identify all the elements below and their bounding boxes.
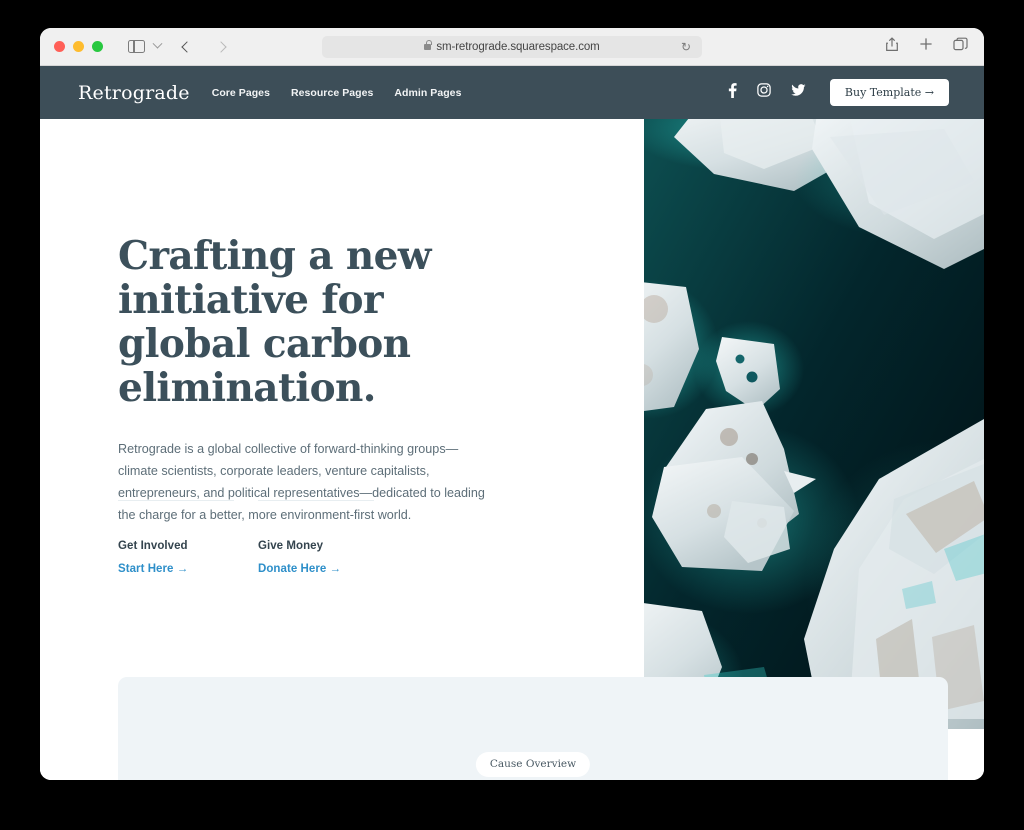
sidebar-toggle-icon[interactable] — [128, 40, 145, 53]
nav-item-admin-pages[interactable]: Admin Pages — [394, 87, 461, 99]
cta-divider — [118, 500, 234, 501]
cta-give-money: Give Money Donate Here → — [258, 500, 374, 577]
close-window-button[interactable] — [54, 41, 65, 52]
buy-template-button[interactable]: Buy Template → — [829, 79, 949, 106]
forward-arrow-icon[interactable] — [215, 40, 227, 53]
cta-link-donate-here[interactable]: Donate Here → — [258, 563, 341, 575]
chevron-down-icon[interactable] — [152, 38, 163, 49]
hero-image — [644, 119, 984, 729]
hero-copy: Crafting a new initiative for global car… — [118, 234, 518, 526]
toolbar-right-controls — [885, 36, 968, 57]
minimize-window-button[interactable] — [73, 41, 84, 52]
toolbar-left-controls — [103, 38, 227, 53]
cta-get-involved: Get Involved Start Here → — [118, 500, 234, 577]
overview-section: Cause Overview The climate crisis is tod… — [118, 677, 948, 780]
nav-item-core-pages[interactable]: Core Pages — [212, 87, 270, 99]
browser-toolbar: sm-retrograde.squarespace.com ↻ — [40, 28, 984, 66]
reload-icon[interactable]: ↻ — [681, 41, 691, 53]
cta-divider — [258, 500, 374, 501]
facebook-icon[interactable] — [728, 82, 737, 103]
lock-icon — [424, 39, 432, 50]
cta-link-start-here[interactable]: Start Here → — [118, 563, 188, 575]
window-traffic-lights — [54, 41, 103, 52]
tabs-overview-icon[interactable] — [953, 37, 968, 56]
cta-title: Give Money — [258, 540, 324, 552]
nav-item-resource-pages[interactable]: Resource Pages — [291, 87, 373, 99]
url-text: sm-retrograde.squarespace.com — [436, 40, 600, 53]
hero-section: Crafting a new initiative for global car… — [40, 119, 984, 780]
site-logo[interactable]: Retrograde — [78, 82, 190, 104]
plus-icon[interactable] — [919, 37, 933, 56]
browser-window: sm-retrograde.squarespace.com ↻ Retrogra… — [40, 28, 984, 780]
share-icon[interactable] — [885, 36, 899, 57]
page-viewport: Retrograde Core Pages Resource Pages Adm… — [40, 66, 984, 780]
social-icons — [728, 82, 806, 103]
back-arrow-icon[interactable] — [181, 40, 193, 53]
status-badge: Cause Overview — [475, 752, 591, 777]
instagram-icon[interactable] — [757, 83, 771, 102]
address-bar[interactable]: sm-retrograde.squarespace.com ↻ — [322, 35, 702, 58]
page-title: Crafting a new initiative for global car… — [118, 233, 431, 412]
cta-title: Get Involved — [118, 540, 188, 552]
twitter-icon[interactable] — [790, 83, 806, 102]
site-nav: Core Pages Resource Pages Admin Pages — [212, 87, 462, 99]
zoom-window-button[interactable] — [92, 41, 103, 52]
cta-row: Get Involved Start Here → Give Money Don… — [118, 500, 374, 577]
site-header: Retrograde Core Pages Resource Pages Adm… — [40, 66, 984, 119]
